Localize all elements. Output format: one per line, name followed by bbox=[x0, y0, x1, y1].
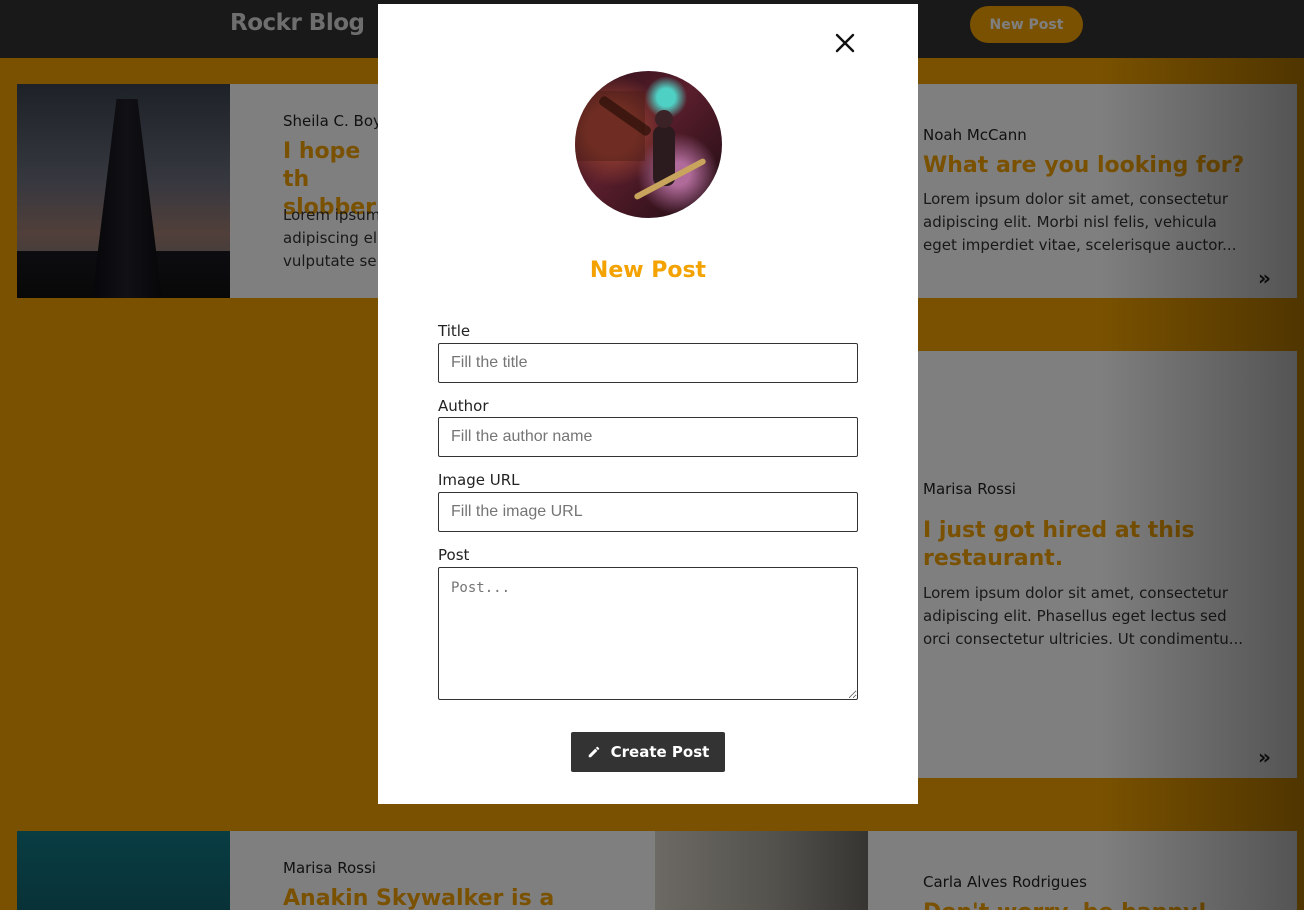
author-label: Author bbox=[438, 397, 489, 415]
title-input[interactable] bbox=[438, 343, 858, 383]
image-url-input[interactable] bbox=[438, 492, 858, 532]
title-label: Title bbox=[438, 322, 471, 340]
new-post-modal: New Post Title Author Image URL Post Cre… bbox=[378, 4, 918, 804]
pencil-icon bbox=[588, 746, 599, 758]
close-icon[interactable] bbox=[833, 31, 857, 55]
post-textarea[interactable] bbox=[438, 567, 858, 700]
post-avatar-image bbox=[575, 71, 722, 218]
post-label: Post bbox=[438, 546, 470, 564]
create-post-label: Create Post bbox=[610, 743, 710, 761]
image-url-label: Image URL bbox=[438, 471, 520, 489]
create-post-button[interactable]: Create Post bbox=[571, 732, 725, 772]
author-input[interactable] bbox=[438, 417, 858, 457]
overlay-shade bbox=[1100, 58, 1304, 910]
modal-title: New Post bbox=[589, 258, 707, 283]
